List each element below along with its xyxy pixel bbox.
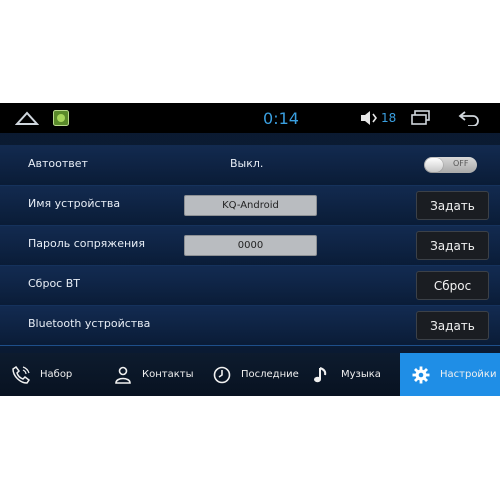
bt-devices-label: Bluetooth устройства bbox=[28, 317, 151, 330]
nav-contacts-label: Контакты bbox=[142, 369, 194, 380]
device-name-row: Имя устройства KQ-Android Задать bbox=[0, 185, 500, 226]
phone-icon bbox=[10, 364, 32, 386]
person-icon bbox=[112, 364, 134, 386]
auto-answer-row: Автоответ Выкл. OFF bbox=[0, 145, 500, 186]
device-name-field[interactable]: KQ-Android bbox=[184, 195, 317, 216]
auto-answer-label: Автоответ bbox=[28, 157, 88, 170]
nav-recent-label: Последние bbox=[241, 369, 299, 380]
nav-music[interactable]: Музыка bbox=[311, 353, 399, 396]
recent-apps-icon[interactable] bbox=[411, 110, 431, 126]
home-icon[interactable] bbox=[14, 109, 40, 127]
pairing-password-label: Пароль сопряжения bbox=[28, 237, 145, 250]
toggle-knob bbox=[425, 158, 443, 172]
bt-reset-button[interactable]: Сброс bbox=[416, 271, 489, 300]
bt-reset-row: Сброс BT Сброс bbox=[0, 265, 500, 306]
nav-settings[interactable]: Настройки bbox=[400, 353, 500, 396]
back-icon[interactable] bbox=[458, 109, 480, 127]
nav-contacts[interactable]: Контакты bbox=[112, 353, 207, 396]
nav-settings-label: Настройки bbox=[440, 369, 497, 380]
pairing-password-set-button[interactable]: Задать bbox=[416, 231, 489, 260]
head-unit-screen: 0:14 18 Автоответ Выкл. OFF Имя устройст… bbox=[0, 103, 500, 396]
volume-icon[interactable] bbox=[360, 110, 378, 126]
nav-music-label: Музыка bbox=[341, 369, 381, 380]
auto-answer-value: Выкл. bbox=[230, 157, 264, 170]
clock-icon bbox=[211, 364, 233, 386]
device-name-label: Имя устройства bbox=[28, 197, 121, 210]
device-name-set-button[interactable]: Задать bbox=[416, 191, 489, 220]
pairing-password-field[interactable]: 0000 bbox=[184, 235, 317, 256]
nav-recent[interactable]: Последние bbox=[211, 353, 311, 396]
bt-devices-set-button[interactable]: Задать bbox=[416, 311, 489, 340]
clock: 0:14 bbox=[263, 109, 299, 128]
nav-dial-label: Набор bbox=[40, 369, 73, 380]
auto-answer-toggle[interactable]: OFF bbox=[424, 157, 477, 173]
toggle-state-text: OFF bbox=[453, 159, 469, 168]
bt-devices-row: Bluetooth устройства Задать bbox=[0, 305, 500, 346]
status-bar: 0:14 18 bbox=[0, 103, 500, 133]
pairing-password-row: Пароль сопряжения 0000 Задать bbox=[0, 225, 500, 266]
volume-level: 18 bbox=[381, 111, 397, 125]
app-thumbnail-icon[interactable] bbox=[53, 110, 69, 126]
nav-dial[interactable]: Набор bbox=[10, 353, 100, 396]
bottom-nav: Набор Контакты Последние Музыка Настройк… bbox=[0, 353, 500, 396]
bt-reset-label: Сброс BT bbox=[28, 277, 80, 290]
music-note-icon bbox=[311, 364, 333, 386]
gear-icon bbox=[410, 364, 432, 386]
